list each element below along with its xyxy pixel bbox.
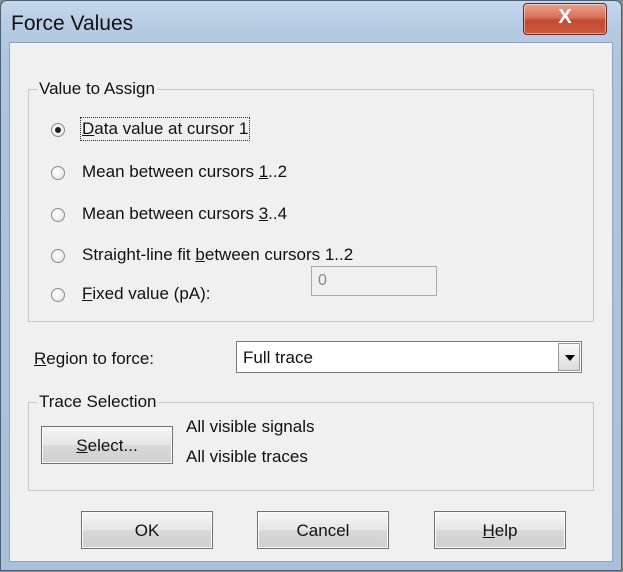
region-to-force-dropdown[interactable]: Full trace	[236, 341, 582, 373]
fixed-value-input[interactable]	[311, 266, 437, 296]
close-icon: X	[558, 6, 572, 28]
visible-traces-text: All visible traces	[186, 447, 308, 466]
region-to-force-label: Region to force:	[34, 349, 155, 368]
region-selected-value: Full trace	[243, 348, 313, 367]
radio-label[interactable]: Straight-line fit between cursors 1..2	[82, 245, 353, 265]
force-values-dialog: Force Values X Value to Assign Data valu…	[0, 0, 622, 571]
value-to-assign-label: Value to Assign	[37, 79, 157, 99]
radio-label[interactable]: Mean between cursors 3..4	[82, 204, 287, 224]
radio-label[interactable]: Data value at cursor 1	[79, 117, 251, 141]
cancel-button[interactable]: Cancel	[257, 511, 389, 549]
value-to-assign-group: Value to Assign Data value at cursor 1 M…	[28, 79, 594, 322]
chevron-down-icon[interactable]	[558, 343, 580, 371]
radio-label[interactable]: Mean between cursors 1..2	[82, 162, 287, 182]
radio-label[interactable]: Fixed value (pA):	[82, 284, 211, 304]
ok-button[interactable]: OK	[81, 511, 213, 549]
radio-button[interactable]	[51, 208, 65, 222]
help-button[interactable]: Help	[434, 511, 566, 549]
radio-button[interactable]	[51, 249, 65, 263]
title-bar[interactable]: Force Values X	[1, 1, 621, 43]
trace-selection-label: Trace Selection	[37, 392, 159, 412]
radio-button[interactable]	[51, 123, 65, 137]
close-button[interactable]: X	[523, 3, 607, 35]
trace-selection-group: Trace Selection Select... All visible si…	[28, 392, 594, 491]
window-title: Force Values	[11, 12, 134, 35]
radio-button[interactable]	[51, 166, 65, 180]
radio-button[interactable]	[51, 288, 65, 302]
select-button[interactable]: Select...	[41, 426, 173, 464]
dialog-client-area: Value to Assign Data value at cursor 1 M…	[9, 42, 613, 562]
visible-signals-text: All visible signals	[186, 417, 315, 436]
